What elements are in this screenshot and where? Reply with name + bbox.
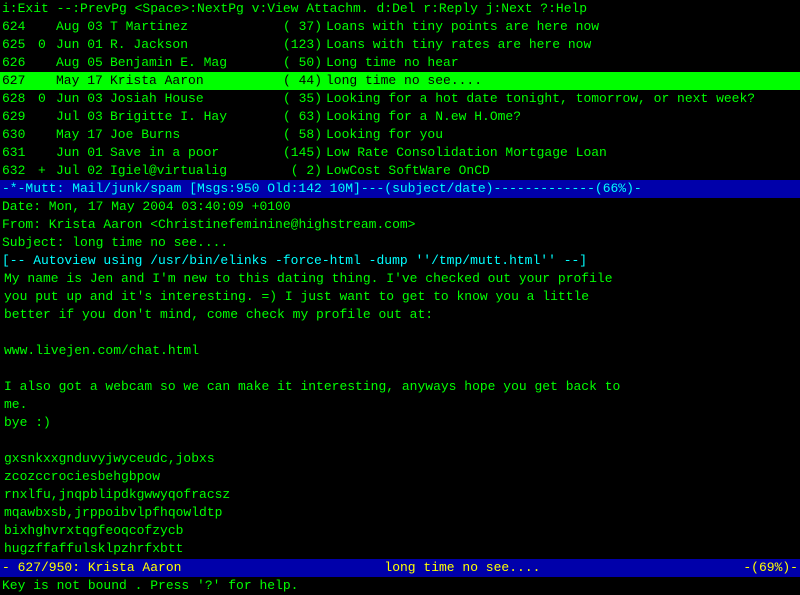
msg-date: Jun 03 (56, 90, 110, 108)
list-item: www.livejen.com/chat.html (4, 342, 796, 360)
top-menu-bar[interactable]: i:Exit --:PrevPg <Space>:NextPg v:View A… (0, 0, 800, 18)
table-row[interactable]: 629 Jul 03 Brigitte I. Hay( 63)Looking f… (0, 108, 800, 126)
msg-num: 624 (2, 18, 38, 36)
list-item (4, 432, 796, 450)
msg-sender: Josiah House (110, 90, 278, 108)
msg-num: 627 (2, 72, 38, 90)
msg-size: ( 44) (278, 72, 326, 90)
msg-num: 625 (2, 36, 38, 54)
list-item: My name is Jen and I'm new to this datin… (4, 270, 796, 288)
menu-text: i:Exit --:PrevPg <Space>:NextPg v:View A… (2, 1, 587, 16)
msg-size: ( 63) (278, 108, 326, 126)
msg-num: 631 (2, 144, 38, 162)
msg-flags (38, 54, 56, 72)
table-row[interactable]: 624 Aug 03 T Martinez( 37)Loans with tin… (0, 18, 800, 36)
list-item: better if you don't mind, come check my … (4, 306, 796, 324)
msg-size: ( 35) (278, 90, 326, 108)
bottom-status-left: - 627/950: Krista Aaron (2, 559, 181, 577)
bottom-status-right: -(69%)- (743, 559, 798, 577)
msg-subject: Low Rate Consolidation Mortgage Loan (326, 144, 798, 162)
msg-num: 628 (2, 90, 38, 108)
hint-text: Key is not bound . Press '?' for help. (2, 578, 298, 593)
bottom-status-bar: - 627/950: Krista Aaron long time no see… (0, 559, 800, 577)
msg-subject: Looking for you (326, 126, 798, 144)
table-row[interactable]: 6250 Jun 01 R. Jackson(123)Loans with ti… (0, 36, 800, 54)
email-date: Date: Mon, 17 May 2004 03:40:09 +0100 (2, 198, 798, 216)
msg-sender: Joe Burns (110, 126, 278, 144)
msg-subject: Loans with tiny points are here now (326, 18, 798, 36)
bottom-status-center: long time no see.... (384, 559, 540, 577)
email-subject: Subject: long time no see.... (2, 234, 798, 252)
msg-flags (38, 144, 56, 162)
msg-date: Jul 02 (56, 162, 110, 180)
list-item: you put up and it's interesting. =) I ju… (4, 288, 796, 306)
msg-date: Aug 05 (56, 54, 110, 72)
msg-sender: Save in a poor (110, 144, 278, 162)
msg-flags: 0 (38, 36, 56, 54)
folder-status-bar: -*-Mutt: Mail/junk/spam [Msgs:950 Old:14… (0, 180, 800, 198)
list-item: zcozccrociesbehgbpow (4, 468, 796, 486)
msg-num: 632 (2, 162, 38, 180)
msg-date: Aug 03 (56, 18, 110, 36)
msg-size: ( 2) (278, 162, 326, 180)
email-header: Date: Mon, 17 May 2004 03:40:09 +0100 Fr… (0, 198, 800, 252)
msg-date: May 17 (56, 126, 110, 144)
msg-flags (38, 72, 56, 90)
list-item (4, 360, 796, 378)
list-item (4, 324, 796, 342)
list-item: bixhghvrxtqgfeoqcofzycb (4, 522, 796, 540)
mail-list: 624 Aug 03 T Martinez( 37)Loans with tin… (0, 18, 800, 180)
email-from: From: Krista Aaron <Christinefeminine@hi… (2, 216, 798, 234)
msg-flags: + (38, 162, 56, 180)
msg-subject: LowCost SoftWare OnCD (326, 162, 798, 180)
table-row[interactable]: 627 May 17 Krista Aaron( 44)long time no… (0, 72, 800, 90)
msg-sender: Igiel@virtualig (110, 162, 278, 180)
terminal-screen: i:Exit --:PrevPg <Space>:NextPg v:View A… (0, 0, 800, 595)
msg-date: May 17 (56, 72, 110, 90)
msg-subject: Long time no hear (326, 54, 798, 72)
msg-size: ( 58) (278, 126, 326, 144)
msg-subject: Looking for a N.ew H.Ome? (326, 108, 798, 126)
msg-size: (123) (278, 36, 326, 54)
table-row[interactable]: 6280 Jun 03 Josiah House( 35)Looking for… (0, 90, 800, 108)
msg-sender: Brigitte I. Hay (110, 108, 278, 126)
msg-num: 629 (2, 108, 38, 126)
msg-date: Jun 01 (56, 36, 110, 54)
msg-sender: R. Jackson (110, 36, 278, 54)
list-item: hugzffaffulsklpzhrfxbtt (4, 540, 796, 558)
bottom-hint: Key is not bound . Press '?' for help. (0, 577, 800, 595)
list-item: me. (4, 396, 796, 414)
table-row[interactable]: 631 Jun 01 Save in a poor(145)Low Rate C… (0, 144, 800, 162)
msg-subject: long time no see.... (326, 72, 798, 90)
table-row[interactable]: 630 May 17 Joe Burns( 58)Looking for you (0, 126, 800, 144)
msg-flags (38, 126, 56, 144)
msg-flags: 0 (38, 90, 56, 108)
msg-size: ( 37) (278, 18, 326, 36)
msg-sender: T Martinez (110, 18, 278, 36)
autoview-bar: [-- Autoview using /usr/bin/elinks -forc… (0, 252, 800, 270)
msg-date: Jun 01 (56, 144, 110, 162)
table-row[interactable]: 632+ Jul 02 Igiel@virtualig( 2)LowCost S… (0, 162, 800, 180)
list-item: bye :) (4, 414, 796, 432)
table-row[interactable]: 626 Aug 05 Benjamin E. Mag( 50)Long time… (0, 54, 800, 72)
msg-num: 626 (2, 54, 38, 72)
list-item: gxsnkxxgnduvyjwyceudc,jobxs (4, 450, 796, 468)
list-item: mqawbxsb,jrppoibvlpfhqowldtp (4, 504, 796, 522)
msg-sender: Benjamin E. Mag (110, 54, 278, 72)
msg-flags (38, 18, 56, 36)
msg-date: Jul 03 (56, 108, 110, 126)
msg-size: ( 50) (278, 54, 326, 72)
msg-subject: Looking for a hot date tonight, tomorrow… (326, 90, 798, 108)
msg-flags (38, 108, 56, 126)
autoview-text: [-- Autoview using /usr/bin/elinks -forc… (2, 253, 587, 268)
list-item: I also got a webcam so we can make it in… (4, 378, 796, 396)
msg-size: (145) (278, 144, 326, 162)
folder-status-text: -*-Mutt: Mail/junk/spam [Msgs:950 Old:14… (2, 181, 642, 196)
list-item: rnxlfu,jnqpblipdkgwwyqofracsz (4, 486, 796, 504)
msg-num: 630 (2, 126, 38, 144)
msg-subject: Loans with tiny rates are here now (326, 36, 798, 54)
msg-sender: Krista Aaron (110, 72, 278, 90)
message-body: My name is Jen and I'm new to this datin… (0, 270, 800, 559)
